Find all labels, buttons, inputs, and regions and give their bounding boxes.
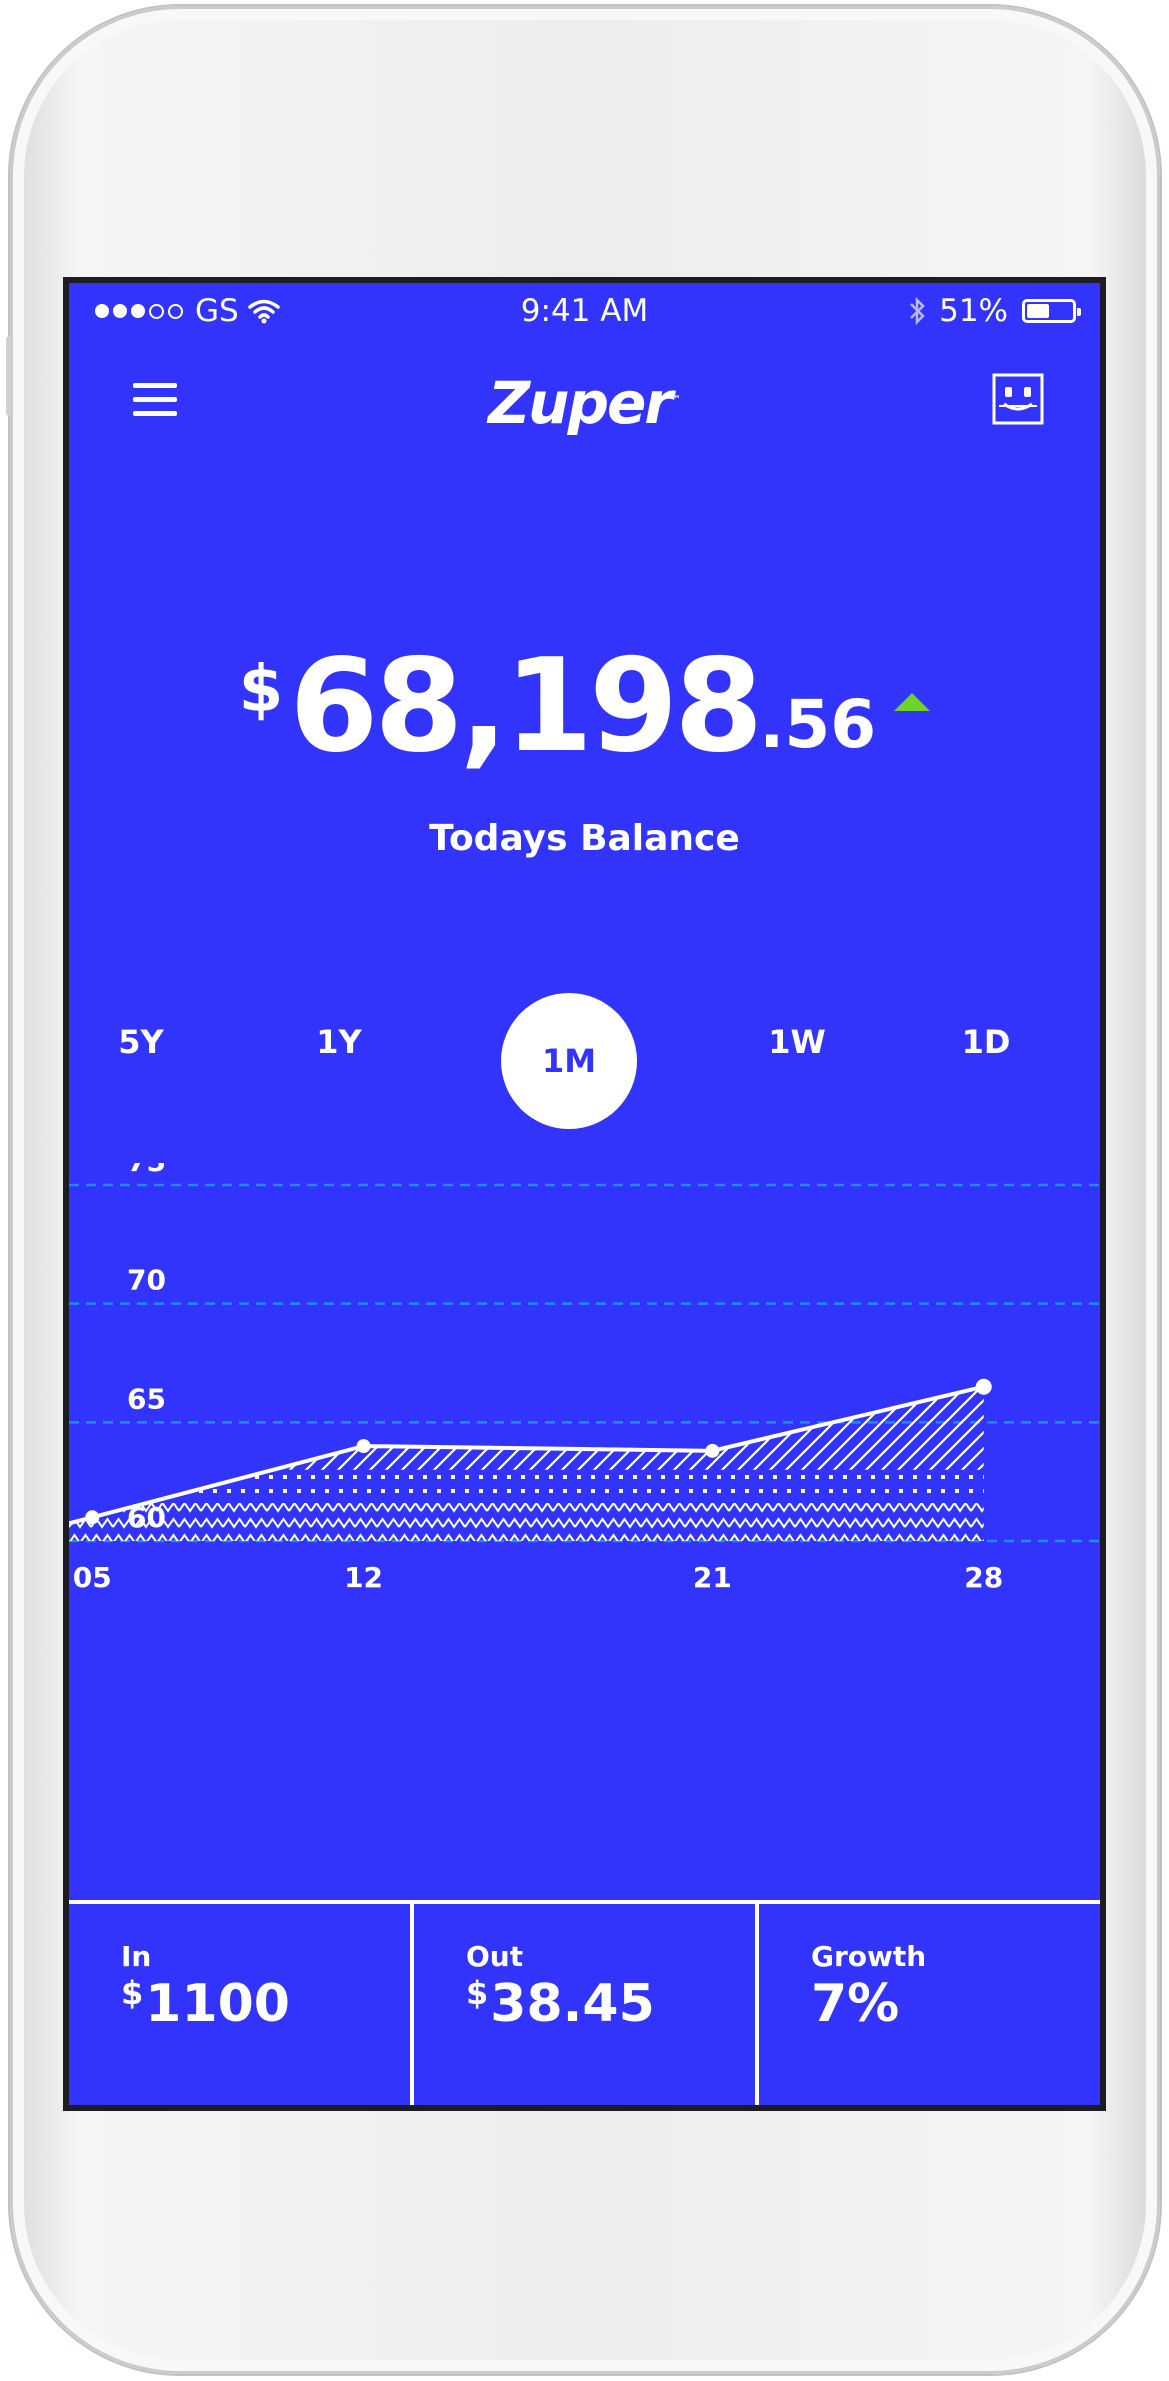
balance-label: Todays Balance (429, 818, 740, 859)
app-screen: GS 9:41 AM 51% Zuper™ $ 68,198 .56 Today… (69, 283, 1100, 2105)
data-point[interactable] (85, 1510, 100, 1525)
stat-in-currency: $ (121, 1974, 144, 2012)
robot-avatar-icon[interactable] (992, 373, 1044, 425)
range-1y[interactable]: 1Y (316, 1023, 361, 1061)
area-band-diagonal (69, 1386, 984, 1470)
status-right: 51% (907, 293, 1081, 329)
range-5y[interactable]: 5Y (118, 1023, 163, 1061)
stat-growth[interactable]: Growth 7% (755, 1904, 1100, 2105)
volume-button (6, 336, 12, 416)
balance-cents: .56 (759, 686, 877, 763)
x-tick-label: 21 (693, 1561, 732, 1594)
y-tick-label: 70 (127, 1264, 166, 1297)
balance-amount: $ 68,198 .56 (238, 632, 931, 781)
balance-display: $ 68,198 .56 (69, 643, 1100, 771)
range-1w[interactable]: 1W (768, 1023, 826, 1061)
stat-out[interactable]: Out $38.45 (410, 1904, 755, 2105)
status-bar: GS 9:41 AM 51% (69, 283, 1100, 343)
x-tick-label: 12 (344, 1561, 383, 1594)
stat-growth-label: Growth (811, 1940, 927, 1973)
battery-fill (1027, 304, 1050, 318)
logo-text: Zuper (488, 369, 673, 437)
x-tick-label: 05 (73, 1561, 112, 1594)
range-1d[interactable]: 1D (962, 1023, 1011, 1061)
balance-currency: $ (238, 653, 284, 727)
bluetooth-icon (910, 296, 925, 326)
x-tick-label: 28 (964, 1561, 1003, 1594)
stat-growth-amount: 7% (811, 1974, 900, 2034)
stat-in-value: $1100 (121, 1974, 290, 2034)
stat-in-amount: 1100 (145, 1974, 290, 2034)
range-1m[interactable]: 1M (501, 993, 637, 1129)
stat-out-label: Out (466, 1940, 524, 1973)
stat-out-currency: $ (466, 1974, 489, 2012)
stat-growth-value: 7% (811, 1974, 899, 2034)
y-tick-label: 60 (127, 1501, 166, 1534)
app-logo: Zuper™ (69, 369, 1100, 437)
stats-bar: In $1100 Out $38.45 Growth 7% (69, 1900, 1100, 2105)
y-tick-label: 75 (127, 1163, 166, 1178)
trend-up-icon (894, 693, 931, 711)
battery-icon (1022, 299, 1081, 323)
data-point[interactable] (975, 1378, 992, 1395)
stat-in[interactable]: In $1100 (69, 1904, 410, 2105)
range-selector: 5Y 1Y 1M 1W 1D (69, 993, 1100, 1133)
balance-chart: 60 65 70 75 05 12 21 28 (69, 1163, 1100, 1594)
battery-percent: 51% (939, 293, 1008, 329)
area-band-dots (69, 1469, 984, 1504)
data-point[interactable] (705, 1443, 720, 1458)
stat-out-value: $38.45 (466, 1974, 655, 2034)
y-tick-label: 65 (127, 1382, 166, 1415)
logo-trademark: ™ (670, 394, 681, 406)
stat-in-label: In (121, 1940, 152, 1973)
stat-out-amount: 38.45 (490, 1974, 655, 2034)
balance-main: 68,198 (289, 632, 763, 781)
data-point[interactable] (356, 1439, 371, 1454)
area-band-zigzag (69, 1503, 984, 1541)
